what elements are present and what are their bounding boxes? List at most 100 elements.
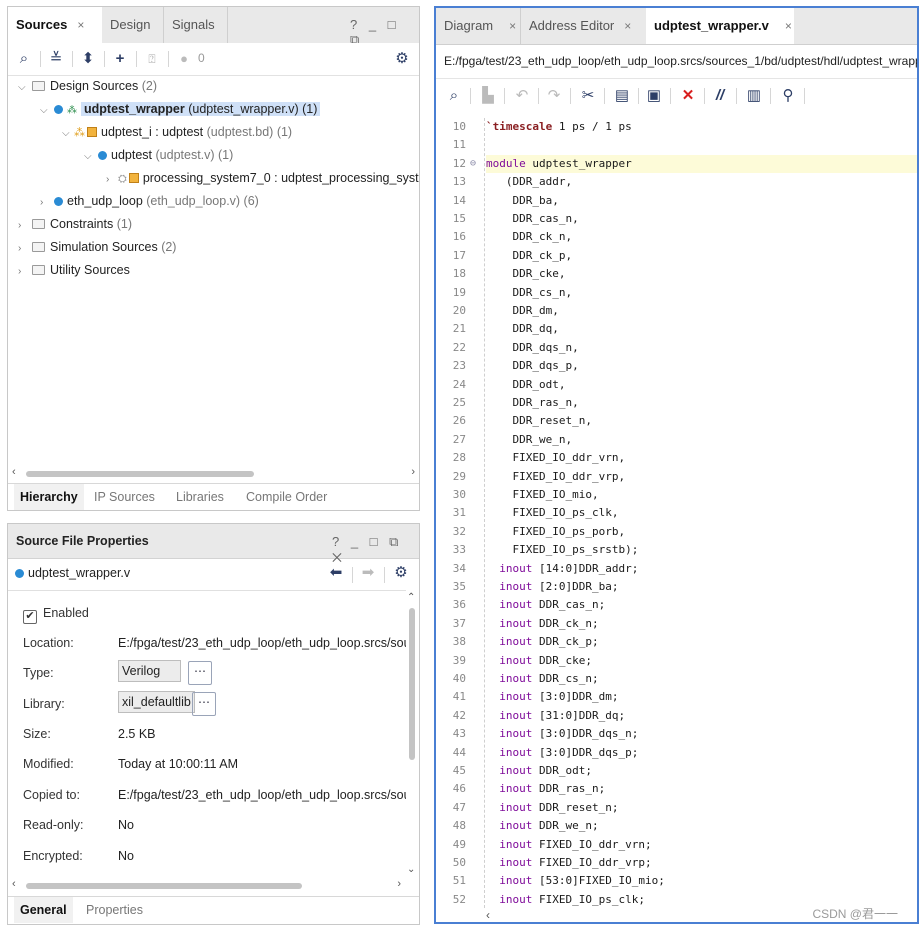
- horizontal-scrollbar[interactable]: ‹ ›: [8, 878, 419, 894]
- scroll-thumb[interactable]: [26, 471, 254, 477]
- code-line[interactable]: DDR_ras_n,: [486, 394, 917, 412]
- code-line[interactable]: FIXED_IO_ddr_vrp,: [486, 468, 917, 486]
- chevron-down-icon[interactable]: ⌵: [84, 146, 96, 168]
- chevron-down-icon[interactable]: ⌵: [18, 77, 30, 99]
- delete-icon[interactable]: ✕: [678, 86, 698, 106]
- code-line[interactable]: inout [14:0]DDR_addr;: [486, 560, 917, 578]
- tab-hierarchy[interactable]: Hierarchy: [14, 484, 84, 510]
- redo-icon[interactable]: ↷: [544, 86, 564, 106]
- scroll-left-icon[interactable]: ‹: [12, 878, 16, 890]
- code-line[interactable]: DDR_odt,: [486, 376, 917, 394]
- code-line[interactable]: module udptest_wrapper: [486, 154, 917, 174]
- chevron-right-icon[interactable]: ›: [18, 261, 30, 283]
- tab-signals[interactable]: Signals: [164, 7, 228, 43]
- collapse-all-icon[interactable]: ≚: [46, 49, 66, 69]
- tab-ip-sources[interactable]: IP Sources: [88, 484, 161, 510]
- gear-icon[interactable]: ⚙: [392, 49, 412, 69]
- code-line[interactable]: FIXED_IO_ps_clk,: [486, 504, 917, 522]
- code-line[interactable]: inout [2:0]DDR_ba;: [486, 578, 917, 596]
- code-line[interactable]: FIXED_IO_ps_porb,: [486, 523, 917, 541]
- lightbulb-icon[interactable]: ⚲: [778, 86, 798, 106]
- code-line[interactable]: inout FIXED_IO_ddr_vrp;: [486, 854, 917, 872]
- code-line[interactable]: inout DDR_cas_n;: [486, 596, 917, 614]
- add-source-icon[interactable]: +: [110, 49, 130, 69]
- code-line[interactable]: inout [31:0]DDR_dq;: [486, 707, 917, 725]
- code-line[interactable]: [486, 136, 917, 154]
- code-line[interactable]: inout [3:0]DDR_dqs_n;: [486, 725, 917, 743]
- close-icon[interactable]: ×: [77, 18, 84, 32]
- code-line[interactable]: FIXED_IO_ps_srstb);: [486, 541, 917, 559]
- gear-icon[interactable]: ⚙: [391, 563, 411, 583]
- cut-icon[interactable]: ✂: [578, 86, 598, 106]
- tree-design-sources[interactable]: ⌵ Design Sources (2): [18, 75, 157, 97]
- code-line[interactable]: inout DDR_ck_p;: [486, 633, 917, 651]
- code-line[interactable]: inout FIXED_IO_ddr_vrn;: [486, 836, 917, 854]
- comment-icon[interactable]: //: [710, 86, 730, 106]
- scroll-left-icon[interactable]: ‹: [12, 466, 16, 478]
- tab-compile-order[interactable]: Compile Order: [240, 484, 333, 510]
- code-line[interactable]: inout DDR_reset_n;: [486, 799, 917, 817]
- enabled-row[interactable]: ✔ Enabled: [23, 606, 89, 624]
- chevron-right-icon[interactable]: ›: [40, 192, 52, 214]
- tree-udptest[interactable]: ⌵ udptest (udptest.v) (1): [84, 144, 233, 166]
- question-icon[interactable]: ⍰: [142, 49, 162, 69]
- expand-all-icon[interactable]: ⬍: [78, 49, 98, 69]
- code-line[interactable]: DDR_dm,: [486, 302, 917, 320]
- code-line[interactable]: DDR_cas_n,: [486, 210, 917, 228]
- type-more-button[interactable]: ⋯: [188, 661, 212, 685]
- tab-libraries[interactable]: Libraries: [170, 484, 230, 510]
- tree-udptest-wrapper[interactable]: ⌵ ⁂ udptest_wrapper (udptest_wrapper.v) (1…: [40, 98, 321, 122]
- scroll-thumb[interactable]: [409, 608, 415, 760]
- code-line[interactable]: DDR_ba,: [486, 192, 917, 210]
- library-more-button[interactable]: ⋯: [192, 692, 216, 716]
- code-line[interactable]: `timescale 1 ps / 1 ps: [486, 118, 917, 136]
- code-line[interactable]: inout DDR_cke;: [486, 652, 917, 670]
- tab-sources[interactable]: Sources ×: [8, 7, 102, 43]
- tab-address-editor[interactable]: Address Editor ×: [520, 8, 646, 44]
- tree-utility-sources[interactable]: › Utility Sources: [18, 259, 130, 281]
- code-line[interactable]: inout DDR_we_n;: [486, 817, 917, 835]
- forward-arrow-icon[interactable]: ➡: [358, 563, 378, 583]
- chevron-down-icon[interactable]: ⌵: [40, 100, 52, 122]
- tree-simulation-sources[interactable]: › Simulation Sources (2): [18, 236, 176, 258]
- vertical-scrollbar[interactable]: ⌃ ⌄: [406, 592, 418, 882]
- code-line[interactable]: inout DDR_ras_n;: [486, 780, 917, 798]
- scroll-right-icon[interactable]: ›: [397, 878, 401, 890]
- tree-eth-udp-loop[interactable]: › eth_udp_loop (eth_udp_loop.v) (6): [40, 190, 259, 212]
- close-icon[interactable]: ×: [509, 19, 516, 33]
- code-line[interactable]: DDR_ck_p,: [486, 247, 917, 265]
- search-icon[interactable]: ⌕: [444, 86, 464, 106]
- code-line[interactable]: DDR_cke,: [486, 265, 917, 283]
- tab-design[interactable]: Design: [102, 7, 164, 43]
- paste-icon[interactable]: ▣: [644, 86, 664, 106]
- code-line[interactable]: inout [3:0]DDR_dm;: [486, 688, 917, 706]
- code-line[interactable]: inout [53:0]FIXED_IO_mio;: [486, 872, 917, 890]
- tree-udptest-i[interactable]: ⌵ ⁂ udptest_i : udptest (udptest.bd) (1): [62, 121, 292, 143]
- scroll-down-icon[interactable]: ⌄: [407, 864, 415, 875]
- tab-properties[interactable]: Properties: [80, 897, 149, 923]
- scroll-left-icon[interactable]: ‹: [486, 908, 490, 922]
- code-line[interactable]: FIXED_IO_ddr_vrn,: [486, 449, 917, 467]
- code-area[interactable]: 10 `timescale 1 ps / 1 ps 11 12 ⊖ module udpt…: [436, 118, 917, 908]
- code-line[interactable]: inout DDR_cs_n;: [486, 670, 917, 688]
- tab-diagram[interactable]: Diagram ×: [436, 8, 520, 44]
- tree-processing-system[interactable]: › ⛭ processing_system7_0 : udptest_process…: [106, 167, 419, 191]
- undo-icon[interactable]: ↶: [512, 86, 532, 106]
- tab-udptest-wrapper[interactable]: udptest_wrapper.v ×: [646, 8, 794, 44]
- fold-icon[interactable]: ⊖: [470, 155, 476, 173]
- tab-general[interactable]: General: [14, 897, 73, 923]
- code-line[interactable]: inout DDR_ck_n;: [486, 615, 917, 633]
- code-line[interactable]: FIXED_IO_mio,: [486, 486, 917, 504]
- code-line[interactable]: inout [3:0]DDR_dqs_p;: [486, 744, 917, 762]
- chevron-down-icon[interactable]: ⌵: [62, 123, 74, 145]
- scroll-up-icon[interactable]: ⌃: [407, 592, 415, 603]
- back-arrow-icon[interactable]: ⬅: [326, 563, 346, 583]
- code-line[interactable]: DDR_reset_n,: [486, 412, 917, 430]
- save-icon[interactable]: ▙: [478, 86, 498, 106]
- search-icon[interactable]: ⌕: [14, 49, 34, 69]
- code-line[interactable]: DDR_dq,: [486, 320, 917, 338]
- scroll-thumb[interactable]: [26, 883, 302, 889]
- code-line[interactable]: DDR_dqs_p,: [486, 357, 917, 375]
- copy-icon[interactable]: ▤: [612, 86, 632, 106]
- chevron-right-icon[interactable]: ›: [106, 169, 118, 191]
